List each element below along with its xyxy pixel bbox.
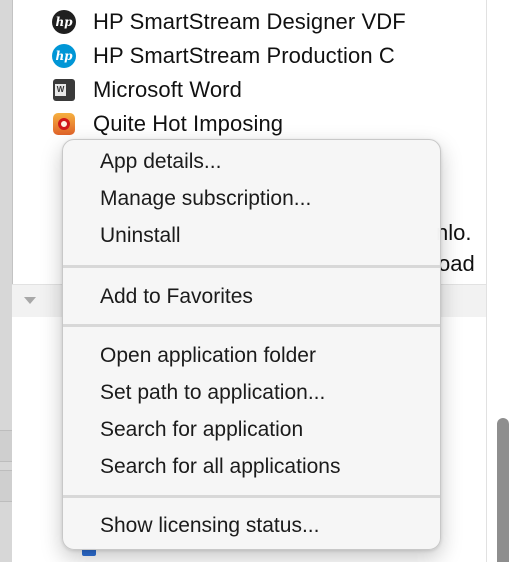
menu-item-manage-subscription[interactable]: Manage subscription... (100, 184, 430, 214)
left-border-notch (0, 430, 12, 462)
clipped-list-text: oad (438, 251, 475, 276)
list-item[interactable]: hp HP SmartStream Designer VDF (52, 6, 492, 38)
menu-separator (63, 265, 440, 268)
menu-item-open-application-folder[interactable]: Open application folder (100, 341, 430, 371)
microsoft-word-icon: W (52, 78, 76, 102)
hp-logo-icon: hp (52, 44, 76, 68)
menu-separator (63, 324, 440, 327)
menu-item-search-for-all-applications[interactable]: Search for all applications (100, 452, 430, 482)
menu-separator (63, 495, 440, 498)
clipped-list-text: nlo. (436, 220, 472, 245)
context-menu: App details... Manage subscription... Un… (62, 139, 441, 550)
list-item[interactable]: W Microsoft Word (52, 74, 492, 106)
menu-item-set-path-to-application[interactable]: Set path to application... (100, 378, 430, 408)
disclosure-triangle-icon[interactable] (24, 297, 36, 304)
menu-item-uninstall[interactable]: Uninstall (100, 221, 430, 251)
app-name: Quite Hot Imposing (93, 111, 284, 136)
app-name: HP SmartStream Production C (93, 43, 395, 68)
scrollbar-thumb[interactable] (497, 418, 509, 562)
app-name: HP SmartStream Designer VDF (93, 9, 406, 34)
app-name: Microsoft Word (93, 77, 242, 102)
menu-item-search-for-application[interactable]: Search for application (100, 415, 430, 445)
menu-item-add-to-favorites[interactable]: Add to Favorites (100, 282, 430, 312)
left-border-notch (0, 470, 12, 502)
hp-logo-icon: hp (52, 10, 76, 34)
quite-hot-imposing-icon (52, 112, 76, 136)
list-item[interactable]: Quite Hot Imposing (52, 108, 492, 140)
app-window: hp HP SmartStream Designer VDF hp HP Sma… (0, 0, 515, 562)
menu-item-show-licensing-status[interactable]: Show licensing status... (100, 511, 430, 541)
menu-item-app-details[interactable]: App details... (100, 147, 430, 177)
list-item[interactable]: hp HP SmartStream Production C (52, 40, 492, 72)
